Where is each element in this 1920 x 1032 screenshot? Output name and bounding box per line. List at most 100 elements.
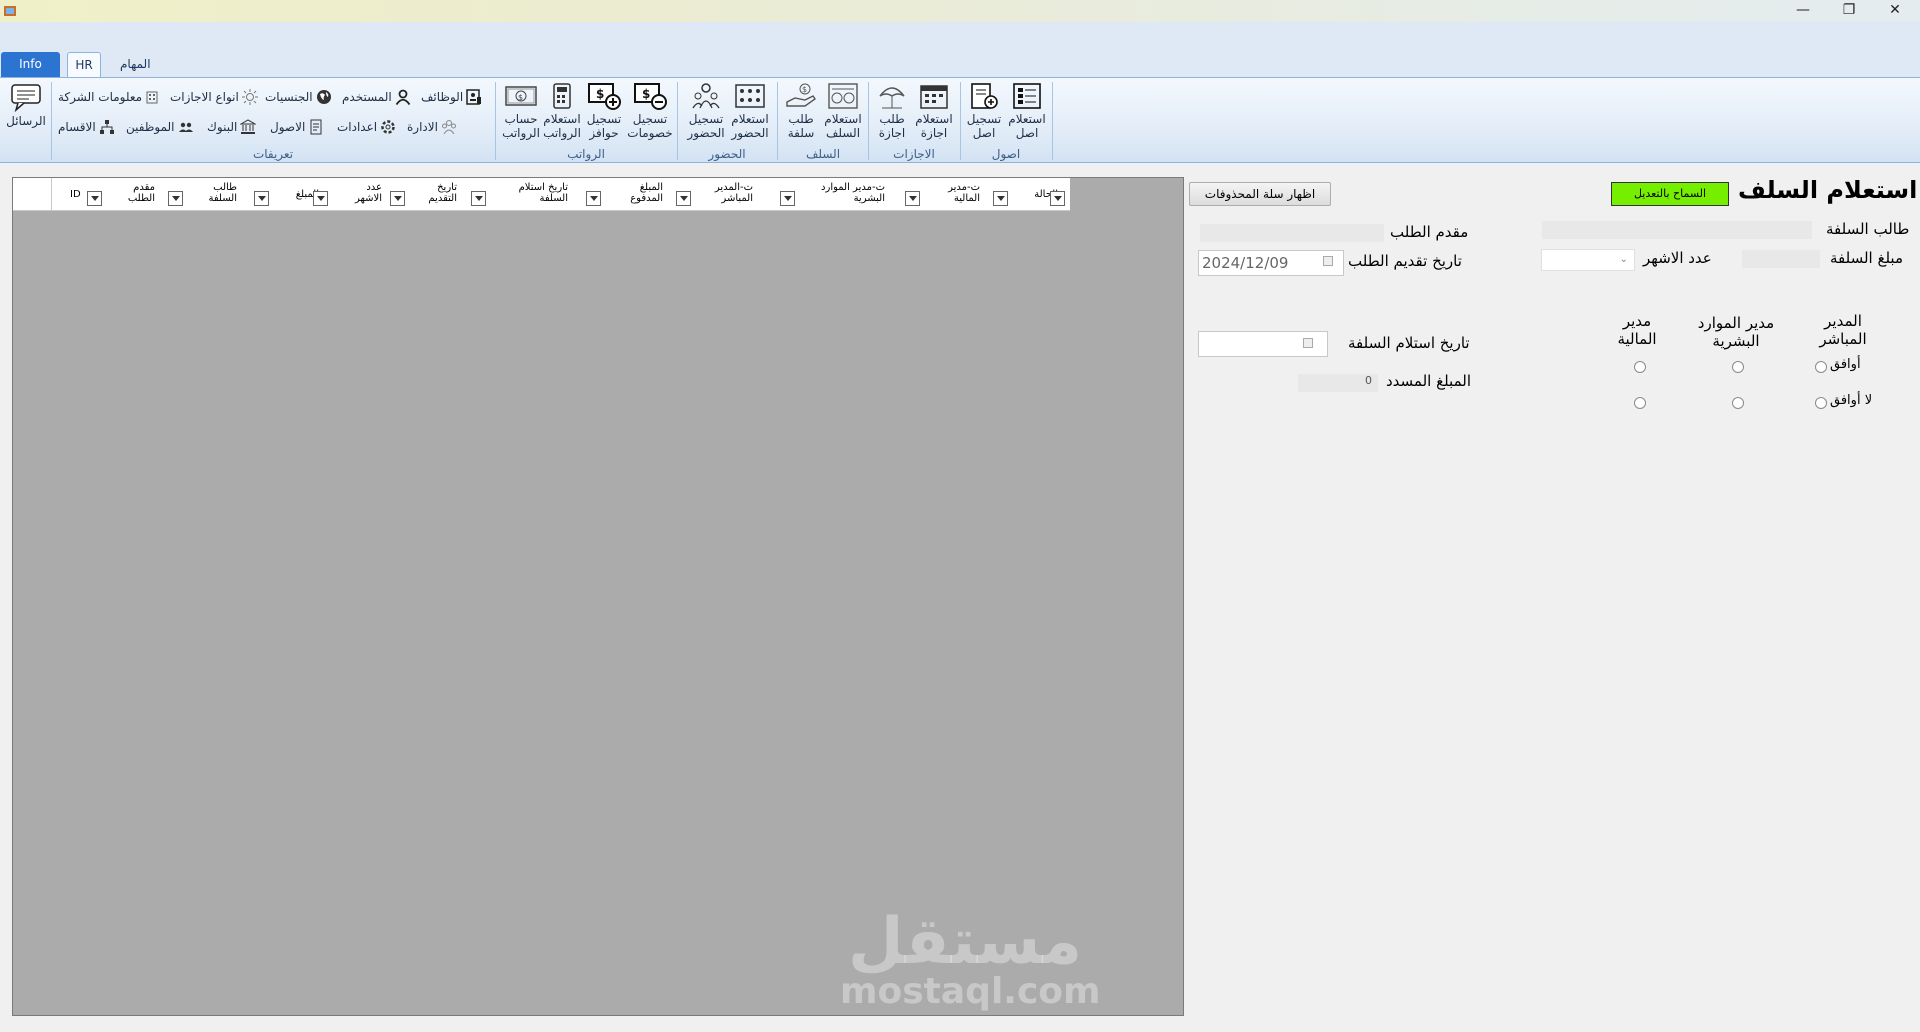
user-button[interactable]: المستخدم	[342, 87, 411, 107]
col-submit-date-filter[interactable]	[471, 191, 486, 206]
leave-types-button[interactable]: انواع الاجازات	[170, 87, 258, 107]
salary-calc-button[interactable]: $ حساب الرواتب	[501, 82, 541, 140]
col-id-filter[interactable]	[87, 191, 102, 206]
assets-def-button[interactable]: الاصول	[270, 117, 324, 137]
jobs-button[interactable]: الوظائف	[421, 87, 482, 107]
request-date-picker[interactable]: 2024/12/09	[1198, 250, 1344, 276]
receive-date-label: تاريخ استلام السلفة	[1348, 334, 1470, 352]
leave-request-l2: اجازة	[878, 126, 906, 140]
record-bonus-button[interactable]: $ تسجيل حوافز	[584, 82, 624, 140]
hr-manager-reject-radio[interactable]	[1732, 397, 1744, 409]
group-label-loans: السلف	[805, 147, 841, 161]
col-receive-date-filter[interactable]	[586, 191, 601, 206]
loan-amount-field[interactable]	[1742, 250, 1820, 268]
receive-date-picker[interactable]	[1198, 331, 1328, 357]
col-months: عدد الاشهر	[355, 182, 382, 204]
messages-button[interactable]: الرسائل	[4, 82, 48, 128]
list-board-icon	[1013, 83, 1041, 109]
allow-edit-button[interactable]: السماح بالتعديل	[1611, 182, 1729, 206]
loans-query-button[interactable]: استعلام السلف	[821, 82, 865, 140]
loans-query-l1: استعلام	[824, 112, 862, 126]
tab-tasks[interactable]: المهام	[110, 52, 161, 77]
tab-hr[interactable]: HR	[67, 52, 101, 77]
user-label: المستخدم	[342, 90, 392, 104]
leave-query-l1: استعلام	[915, 112, 953, 126]
loans-grid[interactable]	[12, 177, 1184, 1016]
chevron-down-icon: ⌄	[1619, 254, 1628, 265]
restore-button[interactable]: ❐	[1826, 0, 1872, 22]
paid-amount-label: المبلغ المسدد	[1386, 372, 1471, 390]
col-status-filter[interactable]	[1050, 191, 1065, 206]
hr-manager-approve-radio[interactable]	[1732, 361, 1744, 373]
svg-text:$: $	[518, 93, 523, 102]
paid-amount-field[interactable]: 0	[1298, 374, 1378, 392]
paid-amount-value: 0	[1365, 374, 1372, 387]
messages-label: الرسائل	[6, 114, 46, 128]
direct-manager-reject-radio[interactable]	[1815, 397, 1827, 409]
col-hr-manager-filter[interactable]	[905, 191, 920, 206]
col-borrower-filter[interactable]	[254, 191, 269, 206]
col-amount-filter[interactable]	[313, 191, 328, 206]
record-bonus-l2: حوافز	[589, 126, 619, 140]
col-finance-manager: ت-مدير المالية	[948, 182, 980, 204]
title-bar: — ❐ ✕	[0, 0, 1920, 22]
col-hr-manager: ت-مدير الموارد البشرية	[821, 182, 885, 204]
finance-manager-approve-radio[interactable]	[1634, 361, 1646, 373]
admin-group-icon	[441, 120, 456, 135]
group-label-salaries: الرواتب	[567, 147, 605, 161]
gear-icon	[381, 120, 395, 134]
assets-def-label: الاصول	[270, 120, 306, 134]
attendance-query-l1: استعلام	[731, 112, 769, 126]
col-months-filter[interactable]	[390, 191, 405, 206]
minimize-button[interactable]: —	[1780, 0, 1826, 22]
record-deductions-button[interactable]: $ تسجيل خصومات	[626, 82, 674, 140]
departments-label: الاقسام	[58, 120, 96, 134]
show-deleted-button[interactable]: اظهار سلة المحذوفات	[1189, 182, 1331, 206]
group-separator	[1052, 82, 1053, 160]
finance-manager-reject-radio[interactable]	[1634, 397, 1646, 409]
coins-board-icon	[828, 83, 858, 109]
asset-query-l2: اصل	[1015, 126, 1039, 140]
requester-field[interactable]	[1200, 224, 1384, 242]
leave-query-button[interactable]: استعلام اجازة	[912, 82, 956, 140]
nationalities-button[interactable]: الجنسيات	[265, 87, 332, 107]
attendance-query-button[interactable]: استعلام الحضور	[728, 82, 772, 140]
svg-text:$: $	[802, 85, 807, 94]
close-button[interactable]: ✕	[1872, 0, 1918, 22]
record-asset-button[interactable]: تسجيل اصل	[964, 82, 1004, 140]
banks-button[interactable]: البنوك	[207, 117, 257, 137]
bank-icon	[240, 119, 257, 134]
settings-button[interactable]: اعدادات	[337, 117, 396, 137]
nationalities-label: الجنسيات	[265, 90, 313, 104]
leave-request-button[interactable]: طلب اجازة	[872, 82, 912, 140]
col-direct-manager-filter[interactable]	[780, 191, 795, 206]
record-deductions-l1: تسجيل	[632, 112, 668, 126]
salary-query-button[interactable]: استعلام الرواتب	[542, 82, 582, 140]
record-attendance-button[interactable]: تسجيل الحضور	[684, 82, 728, 140]
col-direct-manager: ت-المدير المباشر	[714, 182, 753, 204]
loans-query-l2: السلف	[825, 126, 861, 140]
attendance-board-icon	[735, 84, 765, 108]
document-icon	[310, 119, 322, 135]
admin-button[interactable]: الادارة	[407, 117, 457, 137]
col-paid-filter[interactable]	[676, 191, 691, 206]
row-header-divider	[51, 178, 52, 211]
employees-button[interactable]: الموظفين	[126, 117, 194, 137]
umbrella-icon	[879, 87, 905, 109]
banks-label: البنوك	[207, 120, 238, 134]
record-asset-l1: تسجيل	[966, 112, 1002, 126]
borrower-field[interactable]	[1542, 221, 1812, 239]
tab-info[interactable]: Info	[1, 52, 60, 77]
company-info-button[interactable]: معلومات الشركة	[58, 87, 159, 107]
loan-amount-label: مبلغ السلفة	[1830, 249, 1903, 267]
months-dropdown[interactable]: ⌄	[1541, 249, 1635, 271]
direct-manager-header: المدير المباشر	[1819, 312, 1867, 348]
asset-query-button[interactable]: استعلام اصل	[1004, 82, 1050, 140]
departments-button[interactable]: الاقسام	[58, 117, 115, 137]
svg-text:$: $	[596, 87, 604, 101]
globe-icon	[316, 90, 331, 104]
col-requester-filter[interactable]	[168, 191, 183, 206]
direct-manager-approve-radio[interactable]	[1815, 361, 1827, 373]
loan-request-button[interactable]: $ طلب سلفة	[781, 82, 821, 140]
col-finance-manager-filter[interactable]	[993, 191, 1008, 206]
